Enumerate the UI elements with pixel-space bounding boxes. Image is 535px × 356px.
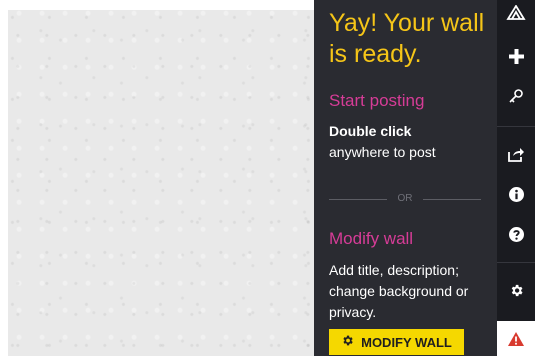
add-icon[interactable]	[497, 38, 535, 74]
start-posting-heading: Start posting	[329, 91, 425, 110]
settings-icon[interactable]	[497, 272, 535, 308]
divider-line-right	[423, 199, 481, 200]
instruction-strong: Double click	[329, 123, 412, 139]
logo-icon[interactable]	[497, 0, 535, 26]
gear-icon	[341, 334, 354, 350]
modify-description: Add title, description; change backgroun…	[329, 262, 469, 320]
info-icon[interactable]	[497, 176, 535, 212]
alert-icon[interactable]	[497, 321, 535, 356]
share-icon[interactable]	[497, 136, 535, 172]
help-icon[interactable]	[497, 216, 535, 252]
getting-started-panel: Yay! Your wall is ready. Start posting D…	[314, 0, 497, 356]
modify-wall-button[interactable]: MODIFY WALL	[329, 329, 464, 355]
panel-title: Yay! Your wall is ready.	[329, 9, 485, 68]
instruction-rest: anywhere to post	[329, 144, 436, 160]
modify-wall-button-label: MODIFY WALL	[361, 334, 452, 350]
right-toolbar	[497, 0, 535, 356]
toolbar-separator	[497, 262, 535, 263]
modify-wall-heading: Modify wall	[329, 229, 414, 248]
key-icon[interactable]	[497, 78, 535, 114]
wall-canvas[interactable]	[8, 10, 314, 356]
post-instruction: Double click anywhere to post	[329, 121, 489, 163]
or-divider: OR	[329, 192, 481, 208]
toolbar-separator	[497, 126, 535, 127]
